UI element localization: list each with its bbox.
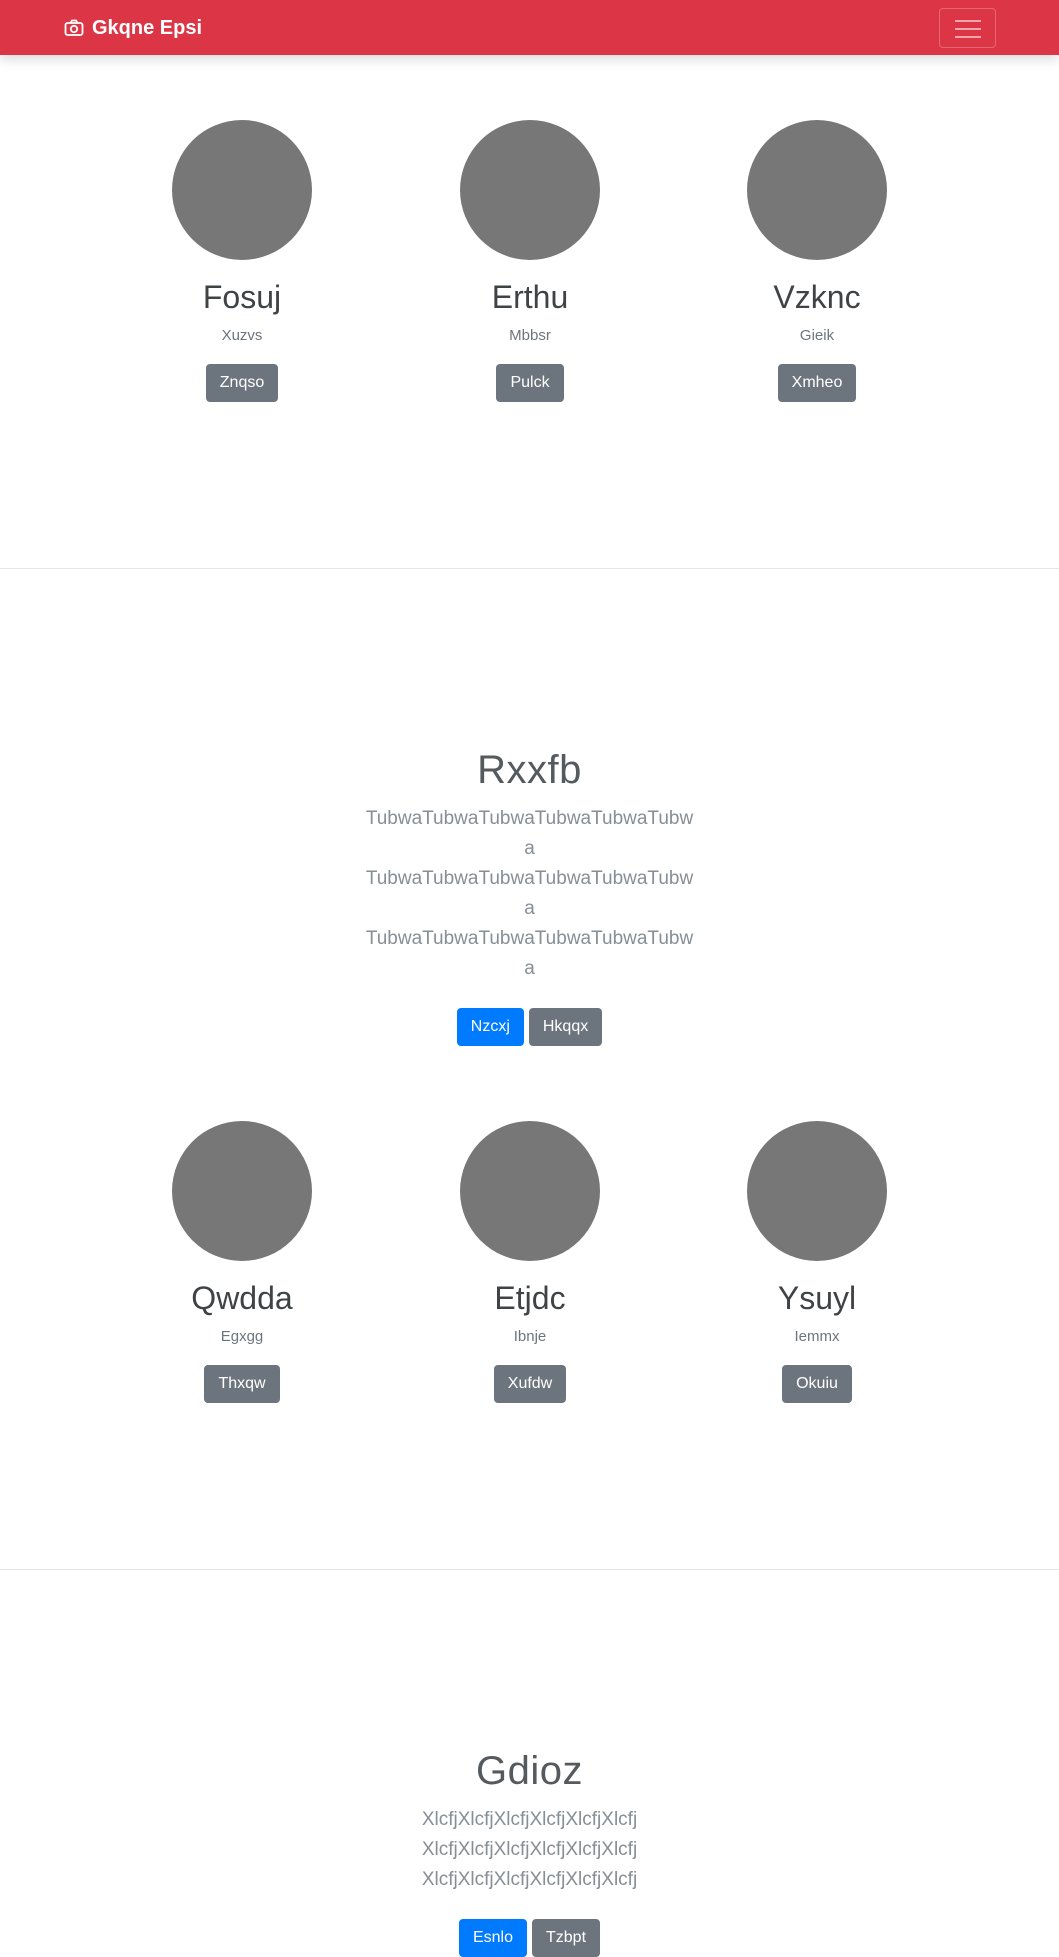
member-button[interactable]: Okuiu [782,1365,852,1403]
avatar [747,1121,887,1261]
avatar [460,120,600,260]
avatar [460,1121,600,1261]
navbar: Gkqne Epsi [0,0,1059,55]
brand-name: Gkqne Epsi [92,17,203,39]
hero-lead: XlcfjXlcfjXlcfjXlcfjXlcfjXlcfj XlcfjXlcf… [421,1809,638,1890]
member-role: Egxgg [220,1328,264,1345]
hero-buttons: Nzcxj Hkqqx [0,1008,1059,1046]
member-button[interactable]: Xufdw [493,1365,567,1403]
section-divider [0,568,1059,569]
hero-section: Gdioz XlcfjXlcfjXlcfjXlcfjXlcfjXlcfj Xlc… [0,1747,1059,1957]
hero-primary-button[interactable]: Nzcxj [456,1008,524,1046]
team-card: Vzknc Gieik Xmheo [673,120,961,402]
hero-section: Rxxfb TubwaTubwaTubwaTubwaTubwaTubwa Tub… [0,746,1059,1046]
section-divider [0,1569,1059,1570]
member-name: Ysuyl [777,1280,857,1316]
member-button[interactable]: Znqso [205,364,279,402]
team-card: Ysuyl Iemmx Okuiu [673,1121,961,1403]
team-card: Fosuj Xuzvs Znqso [98,120,386,402]
member-button[interactable]: Xmheo [777,364,857,402]
hero-lead: TubwaTubwaTubwaTubwaTubwaTubwa TubwaTubw… [365,808,694,979]
member-name: Etjdc [494,1280,566,1316]
camera-icon [64,18,84,38]
member-name: Erthu [491,279,569,315]
member-button[interactable]: Pulck [496,364,564,402]
brand-link[interactable]: Gkqne Epsi [64,14,202,42]
team-card: Erthu Mbbsr Pulck [386,120,674,402]
member-name: Fosuj [202,279,282,315]
member-role: Xuzvs [221,327,263,344]
team-card: Qwdda Egxgg Thxqw [98,1121,386,1403]
hamburger-menu-icon [955,20,981,38]
hero-primary-button[interactable]: Esnlo [458,1919,527,1957]
team-card: Etjdc Ibnje Xufdw [386,1121,674,1403]
member-role: Ibnje [513,1328,547,1345]
member-role: Mbbsr [509,327,551,344]
hero-title: Gdioz [476,1749,583,1793]
member-name: Qwdda [191,1280,293,1316]
hero-secondary-button[interactable]: Hkqqx [528,1008,603,1046]
member-role: Gieik [799,327,835,344]
member-role: Iemmx [794,1328,840,1345]
member-button[interactable]: Thxqw [204,1365,280,1403]
avatar [172,120,312,260]
hero-title: Rxxfb [477,748,582,792]
navbar-toggler-button[interactable] [939,8,996,48]
hero-secondary-button[interactable]: Tzbpt [532,1919,601,1957]
hero-buttons: Esnlo Tzbpt [0,1919,1059,1957]
member-name: Vzknc [773,279,861,315]
avatar [172,1121,312,1261]
avatar [747,120,887,260]
